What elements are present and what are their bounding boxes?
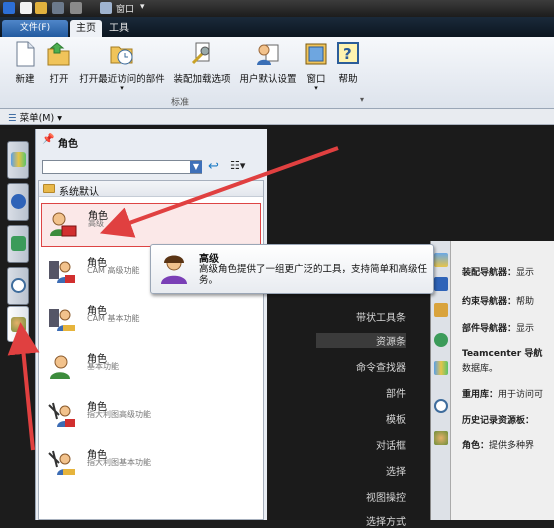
folder-icon [43,184,55,193]
roles-icon [11,317,26,332]
pin-icon[interactable]: 📌 [42,134,54,145]
mini-resource-strip [431,241,451,520]
cam-basic-role-icon [49,309,75,331]
role-list: 系统默认 角色 高级 角色 CAM 高级功能 角色 CAM 基本功能 角色 基本… [38,180,264,520]
tooltip-body: 高级角色提供了一组更广泛的工具，支持简单和高级任务。 [199,264,428,286]
window-button[interactable]: 窗口 ▾ [302,41,330,92]
constraint-navigator-icon[interactable] [434,277,448,291]
menu-icon: ☰ [8,113,17,124]
role-filter-dropdown[interactable]: ▼ [42,160,202,174]
assembly-load-options-button[interactable]: 装配加载选项 [172,41,232,85]
role-tooltip: 高级 高级角色提供了一组更广泛的工具，支持简单和高级任务。 [150,244,434,294]
ribbon-group-label: 标准 [170,98,189,108]
chevron-down-icon[interactable]: ▼ [190,161,202,173]
menu-item[interactable]: 对话框 [316,437,406,452]
help-button[interactable]: ? 帮助 [334,41,362,85]
description-panel: 装配导航器：显示 约束导航器：帮助 部件导航器：显示 Teamcenter 导航… [430,241,554,520]
open-button[interactable]: 打开 [44,41,74,85]
window-menu[interactable]: 窗口 [116,2,134,15]
roles-panel: 📌 角色 ▼ ↩ ☷▾ 系统默认 角色 高级 角色 CAM 高级功能 角色 CA… [35,129,267,520]
list-item[interactable]: 角色 指大利图高级功能 [41,395,261,439]
user-defaults-button[interactable]: 用户默认设置 [238,41,298,85]
description-line: 部件导航器：显示 [462,324,535,334]
new-file-icon[interactable] [20,2,32,14]
part-navigator-icon [11,236,26,251]
help-icon: ? [336,41,360,67]
tab-file[interactable]: 文件(F) [2,20,68,37]
app-logo-icon [3,2,15,14]
info-icon [11,194,26,209]
group-options-icon[interactable]: ▾ [360,95,364,104]
new-document-icon [13,41,37,67]
list-item[interactable]: 角色 基本功能 [41,347,261,391]
history-tab[interactable] [7,267,29,305]
part-navigator-tab[interactable] [7,225,29,263]
list-item[interactable]: 角色 指大利图基本功能 [41,443,261,487]
save-icon[interactable] [52,2,64,14]
window-icon [304,41,328,67]
clock-icon[interactable] [434,399,448,413]
open-folder-icon[interactable] [35,2,47,14]
svg-text:?: ? [343,45,352,63]
open-folder-icon [47,41,71,67]
menu-bar: ☰ 菜单(M) ▾ [0,109,554,125]
layout-basic-role-icon [48,450,75,475]
menu-item[interactable]: 带状工具条 [316,309,406,324]
constraint-navigator-tab[interactable] [7,183,29,221]
part-navigator-icon[interactable] [434,303,448,317]
back-arrow-icon[interactable]: ↩ [208,160,222,174]
roles-tab[interactable] [7,306,29,342]
assembly-navigator-icon [11,152,26,167]
menu-item[interactable]: 视图操控 [316,489,406,504]
quick-access-bar: 窗口 ▾ [0,0,554,17]
view-options-icon[interactable]: ☷▾ [230,158,252,174]
description-line: 历史记录资源板： [462,416,535,426]
list-item[interactable]: 角色 高级 [41,203,261,247]
list-item[interactable]: 角色 CAM 基本功能 [41,299,261,343]
description-line: 重用库：用于访问可 [462,390,544,400]
chevron-down-icon[interactable]: ▾ [302,84,330,92]
folder-header[interactable]: 系统默认 [39,181,263,198]
ribbon-tab-row: 文件(F) 主页 工具 [0,17,554,37]
assembly-load-options-icon [190,41,214,67]
menu-item[interactable]: 选择方式 [316,513,406,528]
cam-advanced-role-icon [49,261,75,283]
basic-role-icon [50,355,70,379]
layout-advanced-role-icon [48,402,75,427]
tab-tools[interactable]: 工具 [106,20,132,37]
description-line: 装配导航器：显示 [462,268,535,278]
chevron-down-icon[interactable]: ▾ [140,2,145,12]
description-line: Teamcenter 导航 [462,349,543,359]
ribbon: 新建 打开 打开最近访问的部件 ▾ 装配加载选项 用户默认设置 窗口 ▾ ? 帮… [0,37,554,109]
advanced-role-icon [50,212,77,237]
resource-bar [0,129,35,520]
user-avatar-icon [161,255,187,284]
roles-icon[interactable] [434,431,448,445]
menu-item[interactable]: 选择 [316,463,406,478]
menu-item[interactable]: 模板 [316,411,406,426]
assembly-navigator-icon[interactable] [434,253,448,267]
chevron-down-icon: ▾ [57,113,62,124]
user-defaults-icon [256,41,280,67]
undo-icon[interactable] [70,2,82,14]
menu-item[interactable]: 资源条 [316,333,406,348]
description-line: 角色：提供多种界 [462,441,535,451]
recent-parts-icon [110,41,134,67]
menu-item[interactable]: 命令查找器 [316,359,406,374]
description-line: 数据库。 [462,364,499,374]
chevron-down-icon[interactable]: ▾ [79,84,165,92]
tooltip-title: 高级 [199,254,219,265]
description-line: 约束导航器：帮助 [462,297,535,307]
menu-item[interactable]: 部件 [316,385,406,400]
reuse-library-icon[interactable] [434,361,448,375]
window-icon [100,2,112,14]
teamcenter-icon[interactable] [434,333,448,347]
menu-button[interactable]: ☰ 菜单(M) ▾ [8,110,62,124]
new-button[interactable]: 新建 [10,41,40,85]
clock-icon [11,278,26,293]
tab-home[interactable]: 主页 [70,20,102,37]
open-recent-parts-button[interactable]: 打开最近访问的部件 ▾ [79,41,165,92]
assembly-navigator-tab[interactable] [7,141,29,179]
panel-title: 角色 [58,139,78,150]
